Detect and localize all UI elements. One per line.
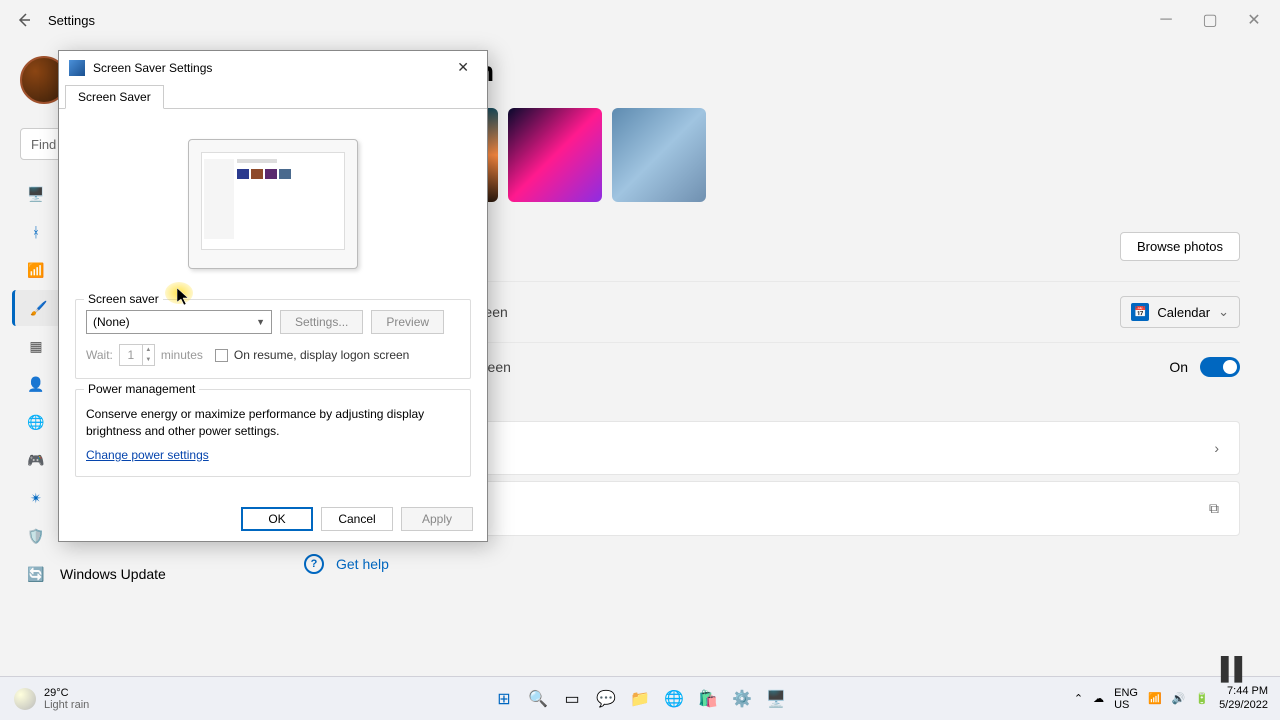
paintbrush-icon: 🖌️ [29,298,49,318]
update-icon: 🔄 [26,564,46,584]
weather-temp: 29°C [44,687,89,699]
browse-photos-button[interactable]: Browse photos [1120,232,1240,261]
settings-button[interactable]: Settings... [280,310,363,334]
start-button[interactable]: ⊞ [490,685,518,713]
search-button[interactable]: 🔍 [524,685,552,713]
wifi-tray-icon[interactable]: 📶 [1148,692,1162,705]
wallpaper-thumb-3[interactable] [508,108,602,202]
spin-down[interactable]: ▼ [143,355,154,365]
onedrive-icon[interactable]: ☁ [1093,692,1104,705]
minimize-button[interactable]: ─ [1148,6,1184,34]
calendar-icon: 📅 [1131,303,1149,321]
apps-icon: ▦ [26,336,46,356]
accessibility-icon: ✴ [26,488,46,508]
dialog-titlebar[interactable]: Screen Saver Settings ✕ [59,51,487,84]
wait-spinner[interactable]: ▲▼ [119,344,155,366]
calendar-dropdown[interactable]: 📅 Calendar ⌄ [1120,296,1240,328]
system-icon: 🖥️ [26,184,46,204]
dropdown-value: (None) [93,315,130,329]
settings-icon[interactable]: ⚙️ [728,685,756,713]
language-indicator[interactable]: ENG US [1114,687,1138,711]
pm-description: Conserve energy or maximize performance … [86,406,460,440]
help-icon: ? [304,554,324,574]
store-icon[interactable]: 🛍️ [694,685,722,713]
bluetooth-icon: ᚼ [26,222,46,242]
wifi-icon: 📶 [26,260,46,280]
resume-label: On resume, display logon screen [234,348,409,362]
explorer-icon[interactable]: 📁 [626,685,654,713]
screen-saver-dialog: Screen Saver Settings ✕ Screen Saver Scr… [58,50,488,542]
get-help-link[interactable]: ? Get help [300,554,1240,574]
sidebar-item-label: Windows Update [60,566,166,582]
window-title: Settings [48,13,95,28]
weather-widget[interactable]: 29°C Light rain [0,687,103,711]
task-view-button[interactable]: ▭ [558,685,586,713]
back-arrow-icon [16,12,32,28]
calendar-label: Calendar [1157,305,1210,320]
fieldset-label: Power management [84,382,199,396]
taskbar: 29°C Light rain ⊞ 🔍 ▭ 💬 📁 🌐 🛍️ ⚙️ 🖥️ ⌃ ☁… [0,676,1280,720]
change-power-link[interactable]: Change power settings [86,448,209,462]
bg-picture-toggle[interactable] [1200,357,1240,377]
weather-icon [14,688,36,710]
edge-icon[interactable]: 🌐 [660,685,688,713]
cancel-button[interactable]: Cancel [321,507,393,531]
fieldset-label: Screen saver [84,292,163,306]
dialog-close-button[interactable]: ✕ [449,57,477,78]
dialog-icon [69,60,85,76]
wallpaper-thumb-4[interactable] [612,108,706,202]
maximize-button[interactable]: ▢ [1192,6,1228,34]
wait-label: Wait: [86,348,113,362]
chevron-right-icon: › [1214,440,1219,456]
chat-icon[interactable]: 💬 [592,685,620,713]
chevron-down-icon: ⌄ [1218,304,1229,320]
volume-tray-icon[interactable]: 🔊 [1172,692,1186,705]
preview-button[interactable]: Preview [371,310,444,334]
apply-button[interactable]: Apply [401,507,473,531]
dialog-tab[interactable]: Screen Saver [65,85,164,109]
back-button[interactable] [8,4,40,36]
resume-checkbox[interactable] [215,349,228,362]
screensaver-fieldset: Screen saver (None) ▼ Settings... Previe… [75,299,471,379]
external-link-icon: ⧉ [1209,500,1219,517]
sidebar-item-windows-update[interactable]: 🔄 Windows Update [12,556,276,592]
close-button[interactable]: ✕ [1236,6,1272,34]
pause-icon: ▌▌ [1221,656,1248,682]
app-icon[interactable]: 🖥️ [762,685,790,713]
monitor-preview [188,139,358,269]
shield-icon: 🛡️ [26,526,46,546]
spin-up[interactable]: ▲ [143,345,154,355]
gamepad-icon: 🎮 [26,450,46,470]
toggle-state-label: On [1169,359,1188,375]
power-mgmt-fieldset: Power management Conserve energy or maxi… [75,389,471,477]
clock[interactable]: 7:44 PM 5/29/2022 [1219,685,1268,711]
dialog-title: Screen Saver Settings [93,61,212,75]
tray-chevron-icon[interactable]: ⌃ [1074,692,1083,705]
battery-tray-icon[interactable]: 🔋 [1195,692,1209,705]
window-titlebar: Settings ─ ▢ ✕ [0,0,1280,40]
screensaver-dropdown[interactable]: (None) ▼ [86,310,272,334]
globe-icon: 🌐 [26,412,46,432]
ok-button[interactable]: OK [241,507,313,531]
chevron-down-icon: ▼ [256,317,265,327]
get-help-label: Get help [336,556,389,572]
wait-input[interactable] [120,345,142,365]
person-icon: 👤 [26,374,46,394]
minutes-label: minutes [161,348,203,362]
weather-cond: Light rain [44,699,89,711]
